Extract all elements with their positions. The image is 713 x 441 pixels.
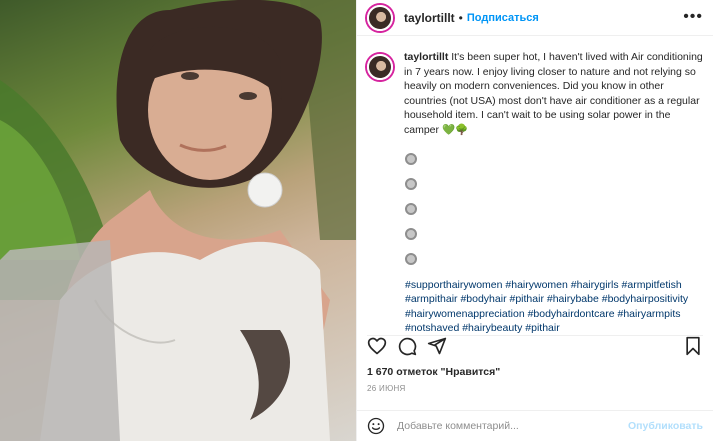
add-comment-bar: Опубликовать xyxy=(357,410,713,441)
hashtag-link[interactable]: #hairygirls xyxy=(571,279,622,291)
comments-list[interactable]: taylortillt It's been super hot, I haven… xyxy=(367,50,707,334)
post-header: taylortillt • Подписаться ••• xyxy=(357,0,713,36)
emoji-placeholder-list xyxy=(405,152,707,265)
likes-count[interactable]: 1 670 отметок "Нравится" xyxy=(367,366,500,378)
emoji-placeholder-icon xyxy=(405,227,417,240)
comment-input[interactable] xyxy=(397,420,617,432)
caption-username[interactable]: taylortillt xyxy=(404,51,448,63)
post-actions xyxy=(367,335,703,359)
emoji-placeholder-icon xyxy=(405,152,417,165)
caption-emoji: 💚🌳 xyxy=(441,123,469,136)
photo-illustration xyxy=(0,0,356,441)
more-options-icon[interactable]: ••• xyxy=(683,8,703,26)
publish-button[interactable]: Опубликовать xyxy=(628,420,703,432)
follow-button[interactable]: Подписаться xyxy=(467,12,539,24)
hashtag-list: #supporthairywomen #hairywomen #hairygir… xyxy=(405,278,707,336)
hashtag-link[interactable]: #bodyhairpositivity xyxy=(602,293,688,305)
comment-icon[interactable] xyxy=(397,336,417,356)
hashtag-link[interactable]: #hairywomen xyxy=(505,279,570,291)
hashtag-link[interactable]: #pithair xyxy=(510,293,547,305)
emoji-placeholder-icon xyxy=(405,202,417,215)
heart-icon[interactable] xyxy=(367,336,387,356)
separator-dot: • xyxy=(458,10,463,25)
caption: taylortillt It's been super hot, I haven… xyxy=(367,50,707,138)
hashtag-link[interactable]: #pithair xyxy=(525,322,559,334)
header-username[interactable]: taylortillt xyxy=(404,11,455,25)
smiley-icon[interactable] xyxy=(367,417,385,435)
emoji-placeholder-icon xyxy=(405,252,417,265)
avatar[interactable] xyxy=(367,4,393,31)
hashtag-link[interactable]: #hairybabe xyxy=(547,293,602,305)
hashtag-link[interactable]: #notshaved xyxy=(405,322,462,334)
bookmark-icon[interactable] xyxy=(683,336,703,356)
hashtag-link[interactable]: #hairyarmpits xyxy=(617,308,680,320)
post-photo[interactable] xyxy=(0,0,356,441)
caption-text: taylortillt It's been super hot, I haven… xyxy=(404,50,707,138)
emoji-placeholder-icon xyxy=(405,177,417,190)
share-icon[interactable] xyxy=(427,336,447,356)
post-sidebar: taylortillt • Подписаться ••• taylortill… xyxy=(356,0,713,441)
post-date[interactable]: 26 ИЮНЯ xyxy=(367,384,406,393)
hashtag-link[interactable]: #supporthairywomen xyxy=(405,279,505,291)
hashtag-link[interactable]: #hairybeauty xyxy=(462,322,525,334)
hashtag-link[interactable]: #armpithair xyxy=(405,293,460,305)
hashtag-link[interactable]: #hairywomenappreciation xyxy=(405,308,528,320)
caption-avatar[interactable] xyxy=(367,54,393,80)
hashtag-link[interactable]: #armpitfetish xyxy=(622,279,682,291)
hashtag-link[interactable]: #bodyhairdontcare xyxy=(528,308,618,320)
hashtag-link[interactable]: #bodyhair xyxy=(460,293,509,305)
